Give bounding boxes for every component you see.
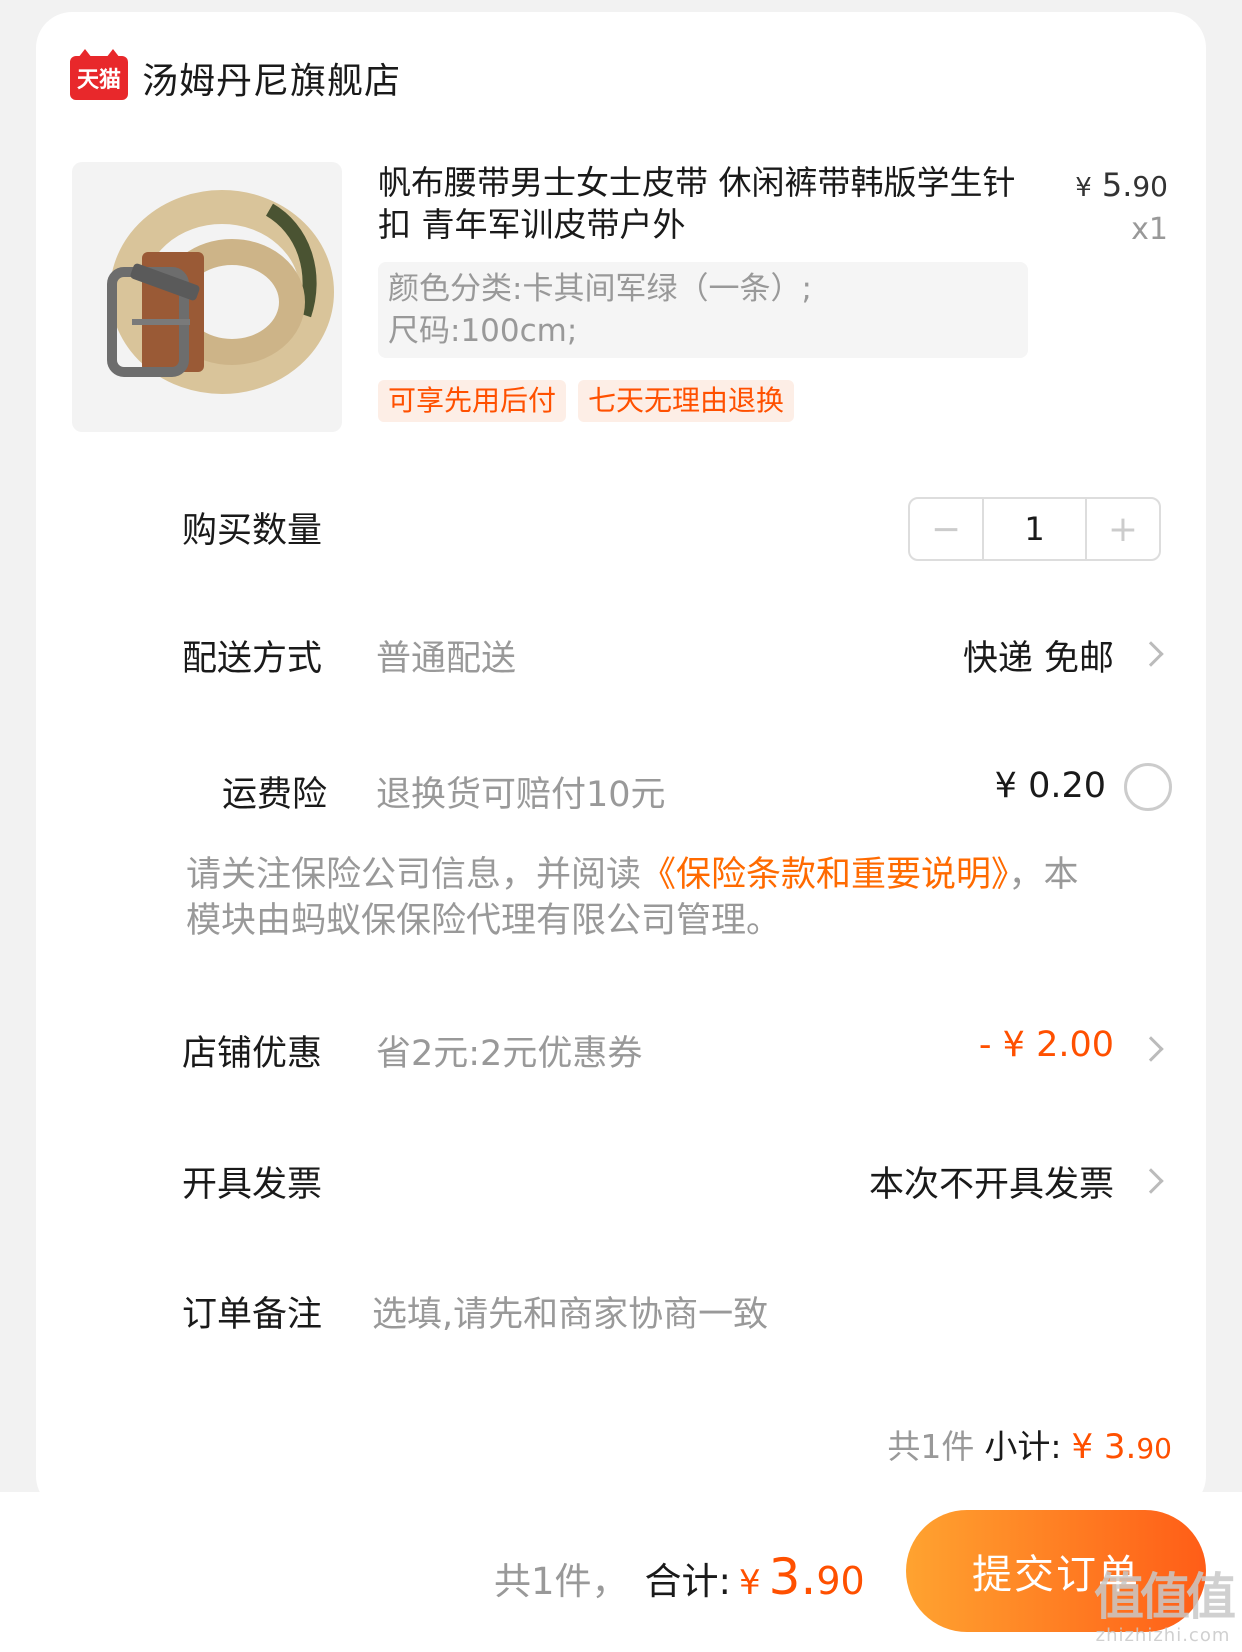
insurance-terms-link[interactable]: 《保险条款和重要说明》 — [641, 855, 1009, 895]
price-currency: ¥ — [1075, 173, 1092, 203]
subtotal-decimal: 90 — [1136, 1432, 1172, 1465]
insurance-price: ¥ 0.20 — [994, 766, 1106, 806]
insurance-radio[interactable] — [1124, 763, 1172, 811]
sku-size: 尺码:100cm; — [388, 313, 578, 349]
subtotal-int: 3. — [1103, 1427, 1137, 1467]
belt-icon — [107, 190, 334, 394]
subtotal-count: 共1件 — [887, 1427, 975, 1466]
insurance-label: 运费险 — [222, 775, 328, 815]
quantity-label: 购买数量 — [182, 511, 323, 551]
product-title[interactable]: 帆布腰带男士女士皮带 休闲裤带韩版学生针扣 青年军训皮带户外 — [378, 162, 1018, 246]
quantity-value[interactable]: 1 — [982, 499, 1087, 559]
invoice-option[interactable]: 本次不开具发票 — [869, 1156, 1114, 1207]
service-tags: 可享先用后付 七天无理由退换 — [378, 380, 795, 422]
invoice-label: 开具发票 — [182, 1165, 323, 1205]
coupon-discount[interactable]: - ¥ 2.00 — [979, 1025, 1114, 1065]
product-image[interactable] — [72, 162, 342, 432]
tmall-badge-text: 天猫 — [76, 68, 121, 93]
subtotal-amount: ¥ 3.90 — [1071, 1427, 1172, 1467]
tag-seven-day-return: 七天无理由退换 — [578, 380, 795, 422]
price-decimal: 90 — [1132, 170, 1168, 203]
sku-selector[interactable]: 颜色分类:卡其间军绿（一条）; 尺码:100cm; — [378, 262, 1028, 358]
coupon-description: 省2元:2元优惠券 — [376, 1034, 643, 1074]
quantity-stepper: − 1 + — [908, 497, 1161, 561]
order-total: 共1件， 合计: ¥ 3. 90 — [494, 1548, 865, 1606]
remark-label: 订单备注 — [182, 1295, 323, 1335]
notice-text: 请关注保险公司信息，并阅读 — [186, 855, 642, 895]
total-int: 3. — [768, 1548, 817, 1606]
product-price: ¥5.90 — [1075, 166, 1168, 204]
total-currency: ¥ — [739, 1563, 761, 1603]
remark-input[interactable]: 选填,请先和商家协商一致 — [372, 1286, 768, 1337]
coupon-label: 店铺优惠 — [182, 1034, 323, 1074]
increase-button[interactable]: + — [1087, 499, 1159, 559]
subtotal-currency: ¥ — [1071, 1427, 1094, 1467]
decrease-button[interactable]: − — [910, 499, 982, 559]
watermark-text: 值值值 — [1094, 1568, 1236, 1626]
tmall-logo-icon: 天猫 — [70, 49, 128, 100]
delivery-type: 普通配送 — [376, 639, 517, 679]
price-int: 5. — [1101, 166, 1133, 204]
subtotal: 共1件 小计: ¥ 3.90 — [887, 1420, 1172, 1468]
delivery-label: 配送方式 — [182, 639, 323, 679]
delivery-option[interactable]: 快递 免邮 — [963, 630, 1114, 681]
subtotal-label: 小计: — [984, 1427, 1062, 1466]
sku-color: 颜色分类:卡其间军绿（一条）; — [388, 271, 812, 307]
store-name[interactable]: 汤姆丹尼旗舰店 — [142, 52, 401, 104]
product-quantity: x1 — [1131, 212, 1168, 247]
total-decimal: 90 — [816, 1559, 865, 1603]
watermark-logo: 值值值 zhizhizhi.com — [1094, 1568, 1236, 1646]
watermark-url: zhizhizhi.com — [1095, 1625, 1231, 1646]
insurance-description: 退换货可赔付10元 — [376, 775, 666, 815]
total-count: 共1件， — [494, 1560, 629, 1603]
insurance-notice: 请关注保险公司信息，并阅读《保险条款和重要说明》，本模块由蚂蚁保保险代理有限公司… — [186, 852, 1086, 944]
tag-pay-later: 可享先用后付 — [378, 380, 567, 422]
total-label: 合计: — [644, 1560, 732, 1603]
